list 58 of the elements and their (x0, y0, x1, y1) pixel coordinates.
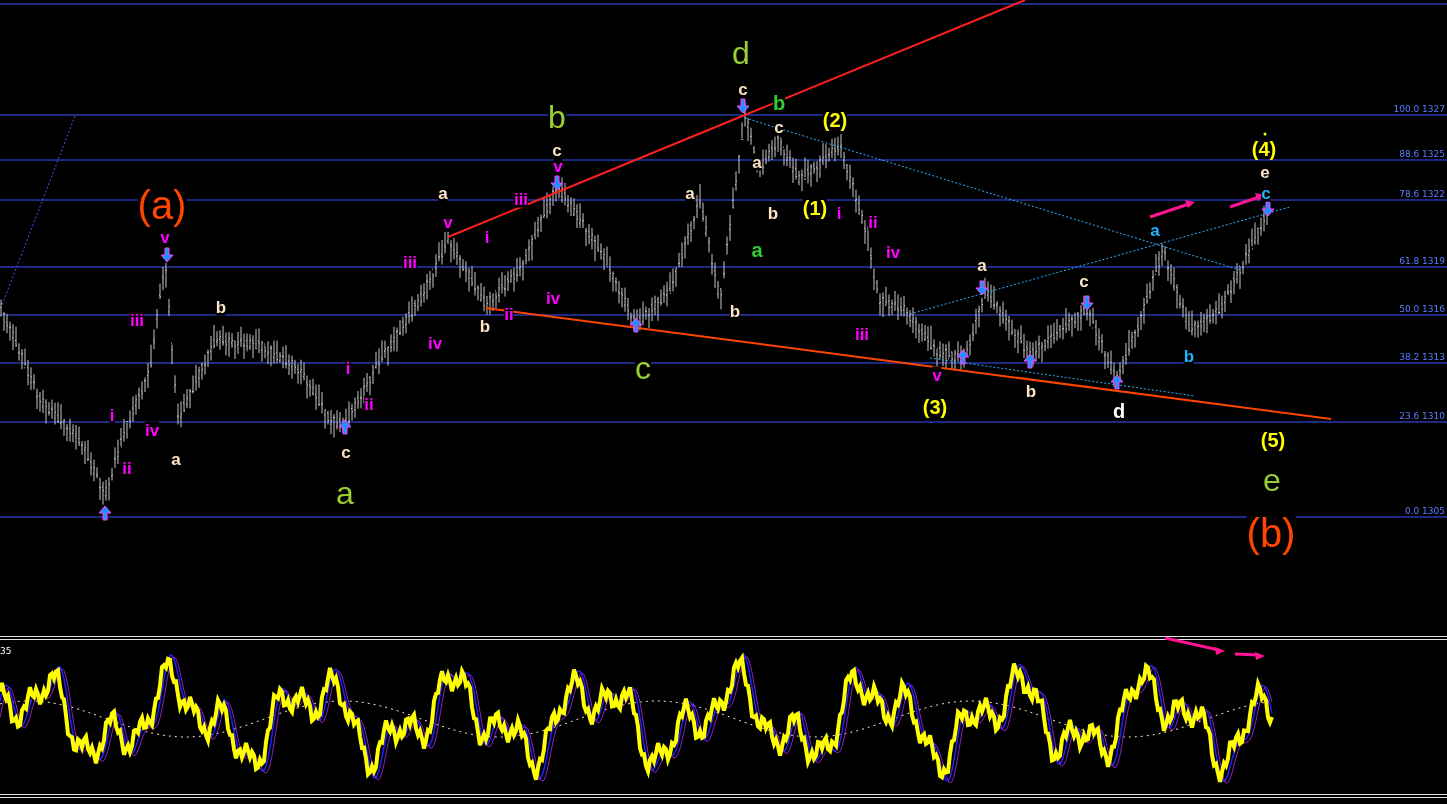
wave-label: ii (122, 459, 132, 477)
fib-level-label: 50.0 1316 (1399, 304, 1445, 314)
wave-label: iii (854, 325, 870, 343)
indicator-label: 35 (0, 646, 12, 656)
arrow-up-icon (1110, 374, 1124, 390)
fib-level-label: 100.0 1327 (1393, 104, 1445, 114)
arrow-down-icon (160, 247, 174, 263)
wave-label: b (772, 93, 786, 113)
wave-label: b (729, 302, 741, 320)
wave-label: (2) (822, 110, 848, 130)
wave-label: i (836, 204, 842, 222)
wave-label: v (932, 366, 942, 384)
wave-label: iii (402, 253, 418, 271)
wave-label: b (767, 204, 779, 222)
arrow-down-icon (975, 280, 989, 296)
wave-label: a (752, 153, 762, 171)
wave-label: iv (885, 243, 901, 261)
wave-label: ii (868, 213, 878, 231)
fib-level-label: 88.6 1325 (1399, 149, 1445, 159)
fib-level-label: 38.2 1313 (1399, 352, 1445, 362)
wave-label: b (1025, 382, 1037, 400)
arrow-icon (1234, 652, 1265, 660)
wave-label: d (1112, 401, 1126, 421)
fib-level-label: 61.8 1319 (1399, 256, 1445, 266)
arrow-up-icon (956, 349, 970, 365)
wave-label: (4) (1251, 139, 1277, 159)
wave-label: i (484, 228, 490, 246)
wave-label: iv (144, 421, 160, 439)
wave-label: iii (513, 190, 529, 208)
wave-label: ii (364, 395, 374, 413)
fib-level-label: 0.0 1305 (1404, 506, 1445, 516)
wave-label: b (1183, 347, 1195, 365)
arrow-icon (1164, 636, 1225, 655)
wave-label: v (553, 157, 563, 175)
wave-label: i (109, 406, 115, 424)
wave-label: (3) (922, 397, 948, 417)
arrow-up-icon (98, 505, 112, 521)
wave-label: i (345, 359, 351, 377)
wave-label: iii (129, 311, 145, 329)
dot-icon (1263, 132, 1267, 136)
fib-level-label: 23.6 1310 (1399, 411, 1445, 421)
wave-label: b (479, 317, 491, 335)
arrow-down-icon (1261, 201, 1275, 217)
wave-label: ii (504, 305, 514, 323)
arrow-down-icon (1080, 295, 1094, 311)
arrow-up-icon (1023, 353, 1037, 369)
arrow-down-icon (736, 98, 750, 114)
wave-label: (5) (1260, 430, 1286, 450)
wave-label: (1) (802, 198, 828, 218)
arrow-icon (1149, 200, 1195, 219)
arrow-up-icon (629, 317, 643, 333)
wave-label: (b) (1246, 513, 1296, 553)
wave-label: iv (545, 289, 561, 307)
wave-label: iv (427, 334, 443, 352)
wave-label: b (215, 298, 227, 316)
arrow-up-icon (338, 419, 352, 435)
fib-level-label: 78.6 1322 (1399, 189, 1445, 199)
arrow-down-icon (550, 175, 564, 191)
